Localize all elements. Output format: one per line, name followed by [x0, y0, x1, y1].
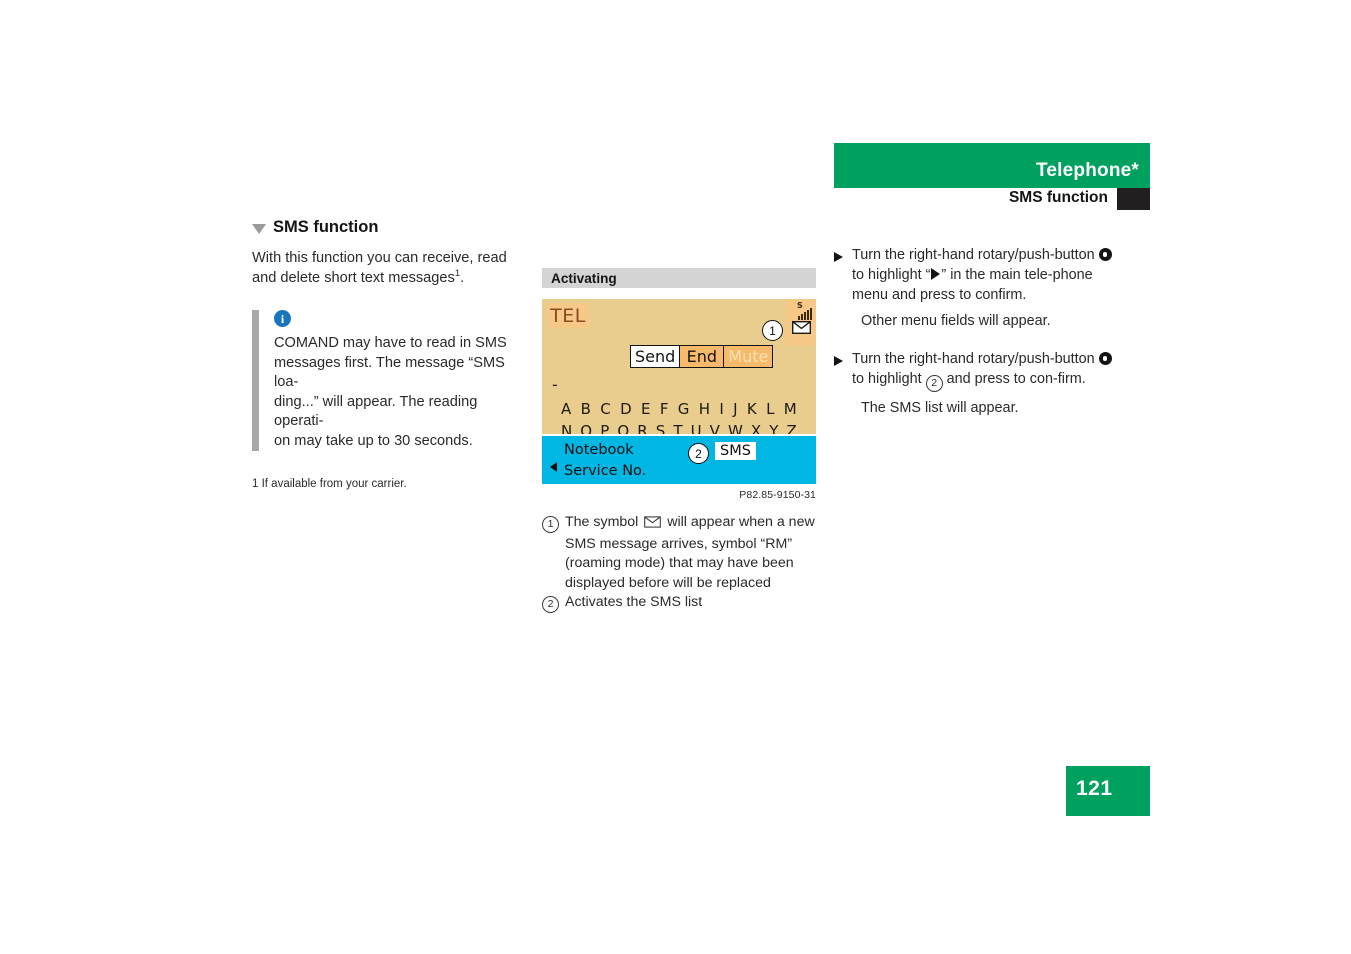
rotary-push-button-icon: [1098, 248, 1112, 261]
legend-item: 1 The symbol will appear when a new SMS …: [542, 513, 816, 593]
alpha-key[interactable]: A: [561, 398, 571, 420]
instruction-step-text: Turn the right-hand rotary/push-button t…: [852, 245, 1124, 305]
intro-line-2: and delete short text messages: [252, 269, 455, 286]
page-number-badge: 121: [1066, 766, 1150, 816]
step-text-part-2: to highlight “: [852, 267, 931, 283]
step-result-text: Other menu fields will appear.: [861, 313, 1051, 329]
softkey-row: Send End Mute: [630, 345, 774, 368]
instruction-step: Turn the right-hand rotary/push-button t…: [834, 349, 1124, 392]
step-text-part-1: Turn the right-hand rotary/push-button: [852, 351, 1095, 367]
instruction-step-text: Turn the right-hand rotary/push-button t…: [852, 349, 1124, 392]
rotary-push-button-icon: [1098, 352, 1112, 365]
comand-display-screenshot: TEL S 1 Send End Mute - A B C D E F G H …: [542, 299, 816, 484]
note-text: COMAND may have to read in SMS messages …: [274, 334, 520, 451]
info-icon: i: [274, 310, 291, 327]
section-title: SMS function: [1008, 189, 1108, 206]
left-column: SMS function With this function you can …: [252, 218, 520, 492]
footnote-text: 1 If available from your carrier.: [252, 478, 407, 490]
sms-function-heading: SMS function: [252, 218, 520, 237]
display-bottom-bar: Notebook Service No. 2 SMS: [542, 434, 816, 484]
intro-paragraph: With this function you can receive, read…: [252, 249, 520, 288]
triangle-left-icon: [550, 462, 557, 472]
step-text-part-2: to highlight: [852, 371, 922, 387]
alpha-key[interactable]: F: [660, 398, 669, 420]
alphabet-row-1[interactable]: A B C D E F G H I J K L M: [561, 398, 797, 420]
alpha-key[interactable]: E: [641, 398, 651, 420]
sms-function-heading-label: SMS function: [273, 218, 379, 236]
alpha-key[interactable]: J: [733, 398, 738, 420]
envelope-icon: [792, 321, 811, 334]
alpha-key[interactable]: H: [699, 398, 710, 420]
page-number: 121: [1076, 777, 1113, 800]
note-line-2: messages first. The message “SMS loa-: [274, 354, 505, 391]
softkey-send[interactable]: Send: [631, 346, 680, 367]
figure-caption-label: Activating: [551, 270, 617, 286]
signal-strength-bars: [798, 306, 812, 320]
step-text-part-1: Turn the right-hand rotary/push-button: [852, 247, 1095, 263]
callout-2-reference: 2: [925, 374, 943, 392]
callout-2: 2: [688, 443, 709, 464]
legend-number: 2: [542, 596, 559, 613]
center-column: Activating TEL S 1 Send End Mute - A B C…: [542, 268, 816, 613]
menu-item-service-no[interactable]: Service No.: [564, 461, 646, 482]
triangle-right-icon: [931, 268, 941, 280]
bottom-bar-menu-items: Notebook Service No.: [564, 440, 646, 482]
tel-tab: TEL: [547, 303, 589, 328]
softkey-mute[interactable]: Mute: [723, 346, 773, 367]
note-line-4: on may take up to 30 seconds.: [274, 432, 473, 449]
header-sub-row: SMS function: [834, 188, 1150, 212]
intro-line-1: With this function you can receive, read: [252, 250, 507, 266]
triangle-down-icon: [252, 223, 266, 234]
instruction-step: Turn the right-hand rotary/push-button t…: [834, 245, 1124, 305]
menu-item-notebook[interactable]: Notebook: [564, 440, 646, 461]
right-column: Turn the right-hand rotary/push-button t…: [834, 245, 1124, 436]
callout-1: 1: [762, 320, 783, 341]
legend-text: Activates the SMS list: [565, 594, 703, 610]
legend-text-before: The symbol: [565, 514, 639, 530]
alpha-key[interactable]: D: [620, 398, 632, 420]
step-result-text: The SMS list will appear.: [861, 399, 1019, 416]
legend-item: 2 Activates the SMS list: [542, 593, 816, 613]
note-line-1: COMAND may have to read in SMS: [274, 335, 507, 351]
step-text-part-3: and press to con-firm.: [946, 371, 1086, 387]
alpha-key[interactable]: G: [678, 398, 690, 420]
alpha-key[interactable]: M: [784, 398, 797, 420]
page-header: Telephone* SMS function: [834, 143, 1150, 212]
step-arrow-icon: [834, 252, 843, 262]
alpha-key[interactable]: C: [600, 398, 611, 420]
menu-item-sms[interactable]: SMS: [715, 442, 756, 460]
legend-text: The symbol will appear when a new SMS me…: [565, 513, 816, 593]
step-arrow-icon: [834, 356, 843, 366]
figure-id: P82.85-9150-31: [739, 489, 816, 501]
alpha-key[interactable]: K: [747, 398, 757, 420]
alpha-key[interactable]: L: [766, 398, 775, 420]
note-box: i COMAND may have to read in SMS message…: [252, 310, 520, 451]
header-green-bar: Telephone*: [834, 143, 1150, 188]
note-side-bar: [252, 310, 259, 451]
legend-number: 1: [542, 516, 559, 533]
note-line-3: ding...” will appear. The reading operat…: [274, 393, 478, 430]
chapter-title: Telephone*: [1036, 160, 1139, 181]
intro-period: .: [460, 269, 465, 286]
figure-legend: 1 The symbol will appear when a new SMS …: [542, 513, 816, 613]
alpha-key[interactable]: B: [581, 398, 592, 420]
figure-caption-bar: Activating: [542, 268, 816, 288]
input-cursor: -: [552, 375, 558, 394]
softkey-end[interactable]: End: [679, 346, 724, 367]
tel-tab-label: TEL: [550, 304, 586, 327]
alpha-key[interactable]: I: [719, 398, 724, 420]
chapter-tab-marker: [1117, 188, 1150, 210]
envelope-icon: [644, 515, 662, 535]
signal-bars-icon: S: [797, 301, 812, 320]
